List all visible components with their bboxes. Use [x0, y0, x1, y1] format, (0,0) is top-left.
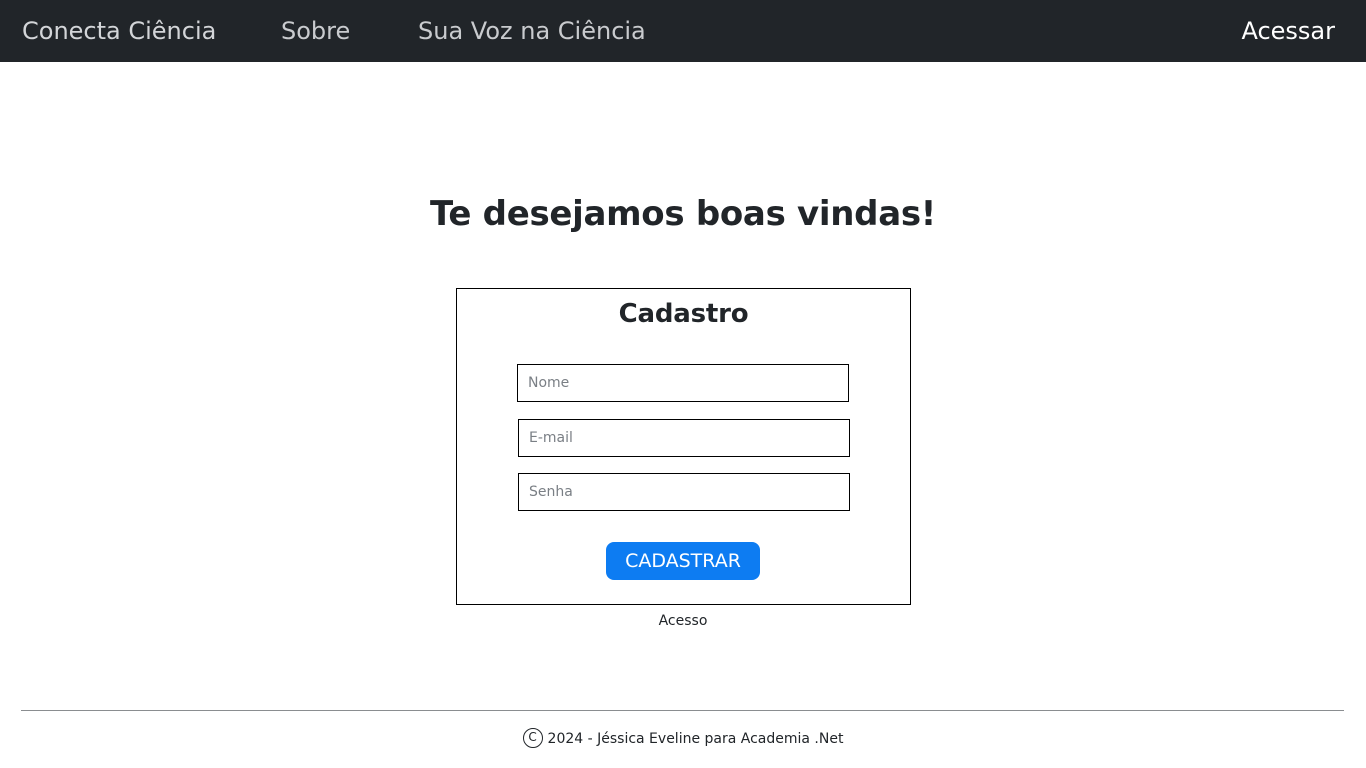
footer: C 2024 - Jéssica Eveline para Academia .N… — [0, 728, 1366, 751]
name-input[interactable] — [517, 364, 849, 402]
access-link-row: Acesso — [0, 613, 1366, 633]
nav-link-sua-voz[interactable]: Sua Voz na Ciência — [418, 14, 646, 48]
nav-link-sobre[interactable]: Sobre — [281, 14, 350, 48]
footer-text: 2024 - Jéssica Eveline para Academia .Ne… — [547, 731, 844, 747]
email-input[interactable] — [518, 419, 850, 457]
password-input[interactable] — [518, 473, 850, 511]
brand-link[interactable]: Conecta Ciência — [22, 14, 216, 48]
login-link[interactable]: Acessar — [1241, 14, 1335, 48]
access-link[interactable]: Acesso — [659, 613, 708, 629]
signup-button[interactable]: CADASTRAR — [606, 542, 760, 580]
footer-divider — [21, 710, 1344, 711]
top-navbar: Conecta Ciência Sobre Sua Voz na Ciência… — [0, 0, 1366, 62]
form-title: Cadastro — [618, 299, 749, 329]
signup-form: Cadastro CADASTRAR — [456, 288, 911, 605]
welcome-heading: Te desejamos boas vindas! — [430, 194, 936, 234]
copyright-icon: C — [522, 728, 543, 748]
